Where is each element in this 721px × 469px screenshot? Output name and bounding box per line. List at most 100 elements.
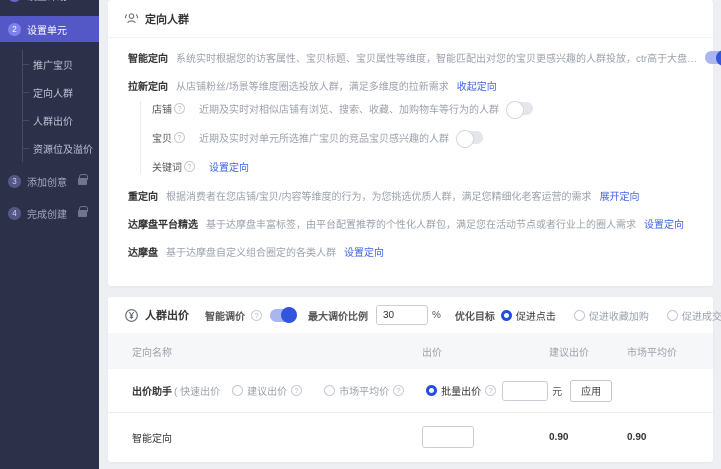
row-market-value: 0.90 [619, 432, 697, 443]
col-suggest-header: 建议出价 [537, 344, 619, 359]
pull-new-subgroup: 店铺 近期及实时对相似店铺有浏览、搜索、收藏、加购物车等行为的人群 宝贝 近期及… [140, 101, 699, 174]
step-number-badge: 2 [8, 23, 21, 36]
targeting-panel: 定向人群 智能定向 系统实时根据您的访客属性、宝贝标题、宝贝属性等维度，智能匹配… [108, 0, 713, 286]
retarget-desc: 根据消费者在您店铺/宝贝/内容等维度的行为，为您挑选优质人群，满足您精细化老客运… [166, 188, 592, 203]
help-icon[interactable] [251, 310, 262, 321]
dmp-featured-row: 达摩盘平台精选 基于达摩盘丰富标签，由平台配置推荐的个性化人群包，满足您在活动节… [128, 216, 699, 231]
keyword-label: 关键词 [152, 159, 182, 174]
row-bid-input[interactable] [422, 426, 474, 448]
max-ratio-label: 最大调价比例 [308, 308, 368, 323]
subitem-label: 推广宝贝 [33, 57, 73, 72]
step-label: 添加创意 [27, 174, 67, 189]
batch-bid-input[interactable] [502, 381, 548, 401]
radio-checked-icon[interactable] [426, 385, 437, 396]
dmp-setup-link[interactable]: 设置定向 [344, 244, 384, 259]
yuan-unit: 元 [552, 383, 562, 398]
assistant-option-suggest[interactable]: 建议出价 [232, 383, 310, 398]
step-number-badge: 1 [8, 0, 21, 2]
keyword-setup-link[interactable]: 设置定向 [209, 159, 249, 174]
col-market-header: 市场平均价 [619, 344, 697, 359]
goal-option-click[interactable]: 促进点击 [501, 308, 560, 323]
unit-subnav: 推广宝贝 定向人群 人群出价 资源位及溢价 [22, 50, 99, 162]
bid-assistant-prefix: ( 快速出价 [174, 383, 220, 398]
sidebar-item-audience-bid[interactable]: 人群出价 [23, 106, 99, 134]
bid-table-row: 智能定向 0.90 0.90 [108, 413, 713, 461]
help-icon[interactable] [393, 385, 404, 396]
wizard-sidebar: 1 设置计划 2 设置单元 推广宝贝 定向人群 人群出价 资源位及溢价 3 添加… [0, 0, 99, 469]
shop-desc: 近期及实时对相似店铺有浏览、搜索、收藏、加购物车等行为的人群 [199, 101, 499, 116]
help-icon[interactable] [174, 103, 185, 114]
row-targeting-name: 智能定向 [124, 430, 422, 445]
subitem-label: 人群出价 [33, 113, 73, 128]
goal-option-deal[interactable]: 促进成交 [667, 308, 721, 323]
sidebar-step-plan[interactable]: 1 设置计划 [0, 0, 99, 8]
help-icon[interactable] [291, 385, 302, 396]
assistant-option-batch[interactable]: 批量出价 [426, 383, 496, 398]
bid-assistant-label: 出价助手 [132, 383, 172, 398]
dmp-featured-desc: 基于达摩盘丰富标签，由平台配置推荐的个性化人群包，满足您在活动节点或者行业上的圈… [206, 216, 636, 231]
bid-table-header: 定向名称 出价 建议出价 市场平均价 [108, 333, 713, 369]
assistant-batch-label: 批量出价 [441, 383, 481, 398]
pull-new-row: 拉新定向 从店铺粉丝/场景等维度圈选投放人群，满足多维度的拉新需求 收起定向 [128, 78, 699, 93]
dmp-desc: 基于达摩盘自定义组合圈定的各类人群 [166, 244, 336, 259]
shop-row: 店铺 近期及实时对相似店铺有浏览、搜索、收藏、加购物车等行为的人群 [152, 101, 699, 116]
col-name-header: 定向名称 [124, 344, 422, 359]
smart-targeting-label: 智能定向 [128, 50, 168, 65]
step-label: 设置单元 [27, 22, 67, 37]
dmp-featured-setup-link[interactable]: 设置定向 [644, 216, 684, 231]
collapse-targeting-link[interactable]: 收起定向 [457, 78, 497, 93]
bidding-panel: 人群出价 智能调价 最大调价比例 % 优化目标 促进点击 促进收藏加购 促进成交… [108, 297, 713, 462]
step-label: 完成创建 [27, 206, 67, 221]
max-ratio-input[interactable] [376, 305, 428, 325]
assistant-market-label: 市场平均价 [339, 383, 389, 398]
lock-icon [78, 178, 87, 185]
radio-icon[interactable] [667, 310, 678, 321]
sidebar-item-promote-item[interactable]: 推广宝贝 [23, 50, 99, 78]
step-number-badge: 4 [8, 207, 21, 220]
subitem-label: 定向人群 [33, 85, 73, 100]
smart-targeting-row: 智能定向 系统实时根据您的访客属性、宝贝标题、宝贝属性等维度，智能匹配出对您的宝… [128, 50, 699, 65]
col-bid-header: 出价 [422, 344, 537, 359]
smart-targeting-toggle[interactable] [705, 51, 721, 64]
radio-checked-icon[interactable] [501, 310, 512, 321]
assistant-option-market[interactable]: 市场平均价 [324, 383, 412, 398]
radio-icon[interactable] [324, 385, 335, 396]
sidebar-step-finish[interactable]: 4 完成创建 [0, 200, 99, 226]
expand-targeting-link[interactable]: 展开定向 [600, 188, 640, 203]
targeting-panel-header: 定向人群 [108, 0, 713, 38]
help-icon[interactable] [485, 385, 496, 396]
percent-sign: % [432, 310, 441, 321]
smart-targeting-desc: 系统实时根据您的访客属性、宝贝标题、宝贝属性等维度，智能匹配出对您的宝贝更感兴趣… [176, 50, 697, 65]
sidebar-step-creative[interactable]: 3 添加创意 [0, 168, 99, 194]
help-icon[interactable] [174, 132, 185, 143]
keyword-row: 关键词 设置定向 [152, 159, 699, 174]
step-label: 设置计划 [27, 0, 67, 3]
assistant-suggest-label: 建议出价 [247, 383, 287, 398]
radio-icon[interactable] [232, 385, 243, 396]
goal-collect-label: 促进收藏加购 [589, 308, 649, 323]
help-icon[interactable] [184, 161, 195, 172]
smart-adjust-toggle[interactable] [270, 309, 296, 322]
dmp-featured-label: 达摩盘平台精选 [128, 216, 198, 231]
dmp-label: 达摩盘 [128, 244, 158, 259]
item-row: 宝贝 近期及实时对单元所选推广宝贝的竞品宝贝感兴趣的人群 [152, 130, 699, 145]
sidebar-item-targeting[interactable]: 定向人群 [23, 78, 99, 106]
subitem-label: 资源位及溢价 [33, 141, 93, 156]
goal-label: 优化目标 [455, 308, 495, 323]
audience-icon [124, 11, 139, 26]
sidebar-step-unit[interactable]: 2 设置单元 [0, 16, 99, 42]
shop-label: 店铺 [152, 101, 172, 116]
panel-title: 定向人群 [145, 11, 189, 27]
pull-new-label: 拉新定向 [128, 78, 168, 93]
goal-option-collect[interactable]: 促进收藏加购 [574, 308, 653, 323]
apply-button[interactable]: 应用 [570, 380, 612, 402]
retarget-label: 重定向 [128, 188, 158, 203]
goal-deal-label: 促进成交 [682, 308, 721, 323]
dmp-row: 达摩盘 基于达摩盘自定义组合圈定的各类人群 设置定向 [128, 244, 699, 259]
sidebar-item-placement-premium[interactable]: 资源位及溢价 [23, 134, 99, 162]
radio-icon[interactable] [574, 310, 585, 321]
pull-new-desc: 从店铺粉丝/场景等维度圈选投放人群，满足多维度的拉新需求 [176, 78, 449, 93]
shop-toggle[interactable] [507, 102, 533, 115]
item-toggle[interactable] [457, 131, 483, 144]
smart-adjust-label: 智能调价 [205, 308, 245, 323]
